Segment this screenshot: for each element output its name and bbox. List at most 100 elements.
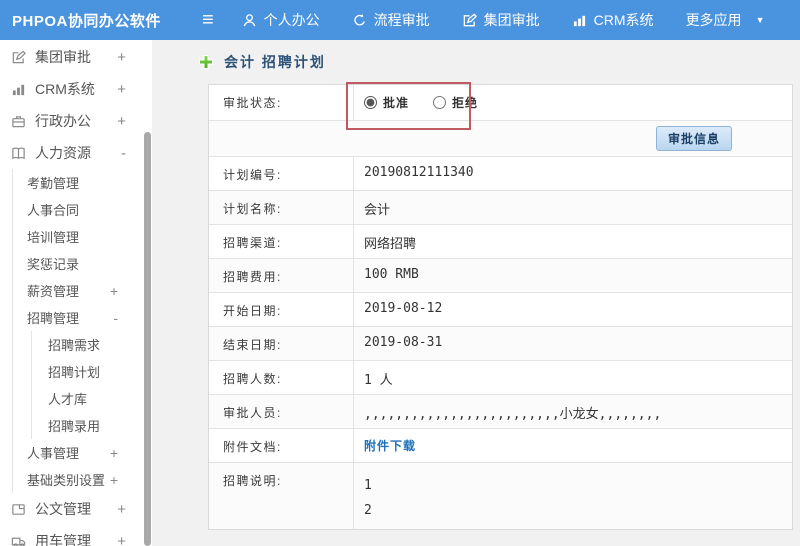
compose-icon <box>462 13 477 28</box>
field-label: 招聘渠道: <box>209 225 354 258</box>
approve-radio-label[interactable]: 批准 <box>383 94 409 111</box>
sidebar-item-label: 用车管理 <box>35 533 91 546</box>
sidebar-item-recruitment-mgmt[interactable]: 招聘管理 - <box>13 304 152 331</box>
top-navigation: 个人办公 流程审批 集团审批 CRM系统 更多应用 ▼ <box>242 10 765 30</box>
sidebar-item-admin-office[interactable]: 行政办公 + <box>0 105 152 137</box>
field-value: 2019-08-12 <box>364 301 443 316</box>
table-row-approvers: 审批人员: ,,,,,,,,,,,,,,,,,,,,,,,,,小龙女,,,,,,… <box>209 395 792 429</box>
recruitment-plan-table: 审批状态: 批准 拒绝 审批信息 计划编号: 20190812111340 计划… <box>208 84 793 530</box>
description-line: 2 <box>364 503 372 518</box>
field-label: 附件文档: <box>209 429 354 462</box>
field-label: 招聘说明: <box>209 463 354 529</box>
table-row-recruitment-cost: 招聘费用: 100 RMB <box>209 259 792 293</box>
page-title: 会计 招聘计划 <box>224 54 326 70</box>
table-row-start-date: 开始日期: 2019-08-12 <box>209 293 792 327</box>
sidebar-item-label: 集团审批 <box>35 49 91 65</box>
sidebar-item-label: 招聘录用 <box>48 419 101 434</box>
app-window: PHPOA协同办公软件 ≡ 个人办公 流程审批 集团审批 CRM系统 更多应用 … <box>0 0 800 546</box>
field-value: 网络招聘 <box>364 237 417 252</box>
topnav-more-apps[interactable]: 更多应用 <box>686 10 742 30</box>
field-label: 开始日期: <box>209 293 354 326</box>
description-cell: 1 2 <box>354 463 792 529</box>
hr-submenu: 考勤管理 人事合同 培训管理 奖惩记录 薪资管理 + 招聘管理 - 招聘需求 招… <box>12 169 152 493</box>
table-row-plan-name: 计划名称: 会计 <box>209 191 792 225</box>
field-label: 计划编号: <box>209 157 354 190</box>
field-value: ,,,,,,,,,,,,,,,,,,,,,,,,,小龙女,,,,,,,, <box>364 407 662 422</box>
field-label: 审批人员: <box>209 395 354 428</box>
sidebar-item-label: 招聘计划 <box>48 365 101 380</box>
topbar: PHPOA协同办公软件 ≡ 个人办公 流程审批 集团审批 CRM系统 更多应用 … <box>0 0 800 40</box>
sidebar-item-reward-punishment[interactable]: 奖惩记录 <box>13 250 152 277</box>
page-header: 会计 招聘计划 <box>152 40 800 84</box>
topnav-label: 集团审批 <box>483 12 540 28</box>
main-content: 会计 招聘计划 审批状态: 批准 拒绝 审批信息 计划编号: 201908121… <box>152 40 800 546</box>
menu-icon[interactable]: ≡ <box>188 0 228 40</box>
approval-status-row: 审批状态: 批准 拒绝 <box>209 85 792 121</box>
description-line: 1 <box>364 478 372 493</box>
table-row-description: 招聘说明: 1 2 <box>209 463 792 529</box>
table-row-attachment: 附件文档: 附件下载 <box>209 429 792 463</box>
sidebar-item-recruitment-demand[interactable]: 招聘需求 <box>32 331 152 358</box>
sidebar-item-talent-pool[interactable]: 人才库 <box>32 385 152 412</box>
expand-toggle[interactable]: + <box>117 81 152 98</box>
sidebar-item-vehicle-mgmt[interactable]: 用车管理 + <box>0 525 152 546</box>
document-icon <box>10 501 26 517</box>
sidebar-item-recruitment-hiring[interactable]: 招聘录用 <box>32 412 152 439</box>
expand-toggle[interactable]: + <box>117 113 152 130</box>
approval-info-button[interactable]: 审批信息 <box>655 126 732 151</box>
reject-radio-label[interactable]: 拒绝 <box>452 94 478 111</box>
sidebar-item-crm-system[interactable]: CRM系统 + <box>0 73 152 105</box>
topnav-personal-office[interactable]: 个人办公 <box>242 10 320 30</box>
sidebar-item-document-mgmt[interactable]: 公文管理 + <box>0 493 152 525</box>
expand-toggle[interactable]: + <box>117 49 152 66</box>
sidebar-item-base-category-settings[interactable]: 基础类别设置 + <box>13 466 152 493</box>
app-logo: PHPOA协同办公软件 <box>12 12 161 30</box>
sidebar-item-label: 奖惩记录 <box>27 257 80 272</box>
table-row-plan-number: 计划编号: 20190812111340 <box>209 157 792 191</box>
table-row-end-date: 结束日期: 2019-08-31 <box>209 327 792 361</box>
topnav-label: 个人办公 <box>263 12 320 28</box>
caret-down-icon[interactable]: ▼ <box>756 15 765 25</box>
sidebar-item-label: 考勤管理 <box>27 176 80 191</box>
green-plus-icon <box>198 54 214 70</box>
reject-radio[interactable] <box>433 96 447 109</box>
topnav-group-approval[interactable]: 集团审批 <box>462 10 540 30</box>
sidebar-item-recruitment-plan[interactable]: 招聘计划 <box>32 358 152 385</box>
sidebar-item-hr-contract[interactable]: 人事合同 <box>13 196 152 223</box>
field-label: 审批状态: <box>209 85 354 120</box>
topnav-crm-system[interactable]: CRM系统 <box>572 10 654 30</box>
topnav-label: 更多应用 <box>685 12 742 28</box>
sidebar: 集团审批 + CRM系统 + 行政办公 + 人力资源 - 考勤管理 人事合同 培… <box>0 40 152 546</box>
field-value: 100 RMB <box>364 267 419 282</box>
compose-icon <box>10 49 26 65</box>
topnav-process-approval[interactable]: 流程审批 <box>352 10 430 30</box>
book-icon <box>10 145 26 161</box>
table-row-recruitment-channel: 招聘渠道: 网络招聘 <box>209 225 792 259</box>
field-value: 20190812111340 <box>364 165 474 180</box>
sidebar-item-group-approval[interactable]: 集团审批 + <box>0 41 152 73</box>
field-label: 招聘费用: <box>209 259 354 292</box>
sidebar-scrollbar[interactable] <box>144 132 151 546</box>
sidebar-item-label: 人事合同 <box>27 203 80 218</box>
approve-radio[interactable] <box>364 96 377 109</box>
sidebar-item-label: 行政办公 <box>35 113 91 129</box>
field-value: 1 人 <box>364 373 393 388</box>
sidebar-item-attendance-mgmt[interactable]: 考勤管理 <box>13 169 152 196</box>
sidebar-item-label: 人才库 <box>48 392 88 407</box>
sidebar-item-salary-mgmt[interactable]: 薪资管理 + <box>13 277 152 304</box>
recruitment-submenu: 招聘需求 招聘计划 人才库 招聘录用 <box>31 331 152 439</box>
bar-chart-icon <box>572 13 587 28</box>
approval-status-value: 批准 拒绝 <box>354 85 792 120</box>
table-row-headcount: 招聘人数: 1 人 <box>209 361 792 395</box>
attachment-download-link[interactable]: 附件下载 <box>364 439 416 453</box>
field-label: 招聘人数: <box>209 361 354 394</box>
sidebar-item-label: 人事管理 <box>27 446 80 461</box>
approval-info-row: 审批信息 <box>209 121 792 157</box>
sidebar-item-training-mgmt[interactable]: 培训管理 <box>13 223 152 250</box>
user-icon <box>242 13 257 28</box>
process-arrow-icon <box>352 13 367 28</box>
topnav-label: 流程审批 <box>373 12 430 28</box>
sidebar-item-personnel-mgmt[interactable]: 人事管理 + <box>13 439 152 466</box>
sidebar-item-human-resources[interactable]: 人力资源 - <box>0 137 152 169</box>
field-value: 会计 <box>364 203 391 218</box>
